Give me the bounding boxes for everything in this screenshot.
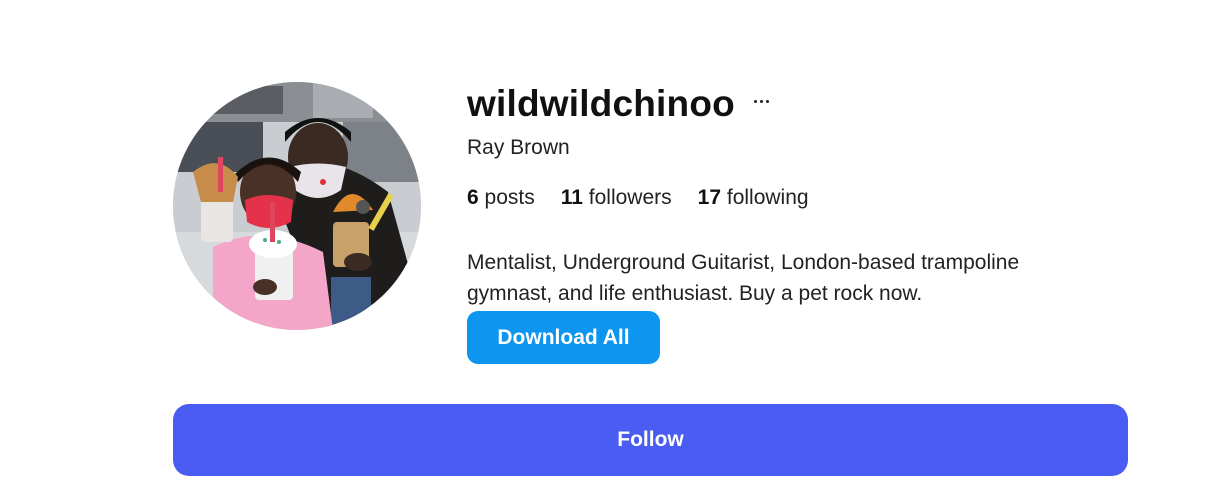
username-row: wildwildchinoo xyxy=(467,78,773,130)
followers-count: 11 xyxy=(560,186,583,209)
posts-stat[interactable]: 6 posts xyxy=(467,186,535,210)
profile-avatar xyxy=(173,82,421,330)
profile-bio: Mentalist, Underground Guitarist, London… xyxy=(467,251,1020,305)
avatar-photo xyxy=(173,82,421,330)
download-all-button[interactable]: Download All xyxy=(467,311,660,364)
more-dot xyxy=(766,99,770,103)
followers-stat[interactable]: 11 followers xyxy=(561,186,672,210)
more-dot xyxy=(760,99,764,103)
followers-label: followers xyxy=(588,186,672,209)
following-stat[interactable]: 17 following xyxy=(698,186,809,210)
full-name: Ray Brown xyxy=(467,136,570,159)
follow-button[interactable]: Follow xyxy=(173,404,1128,476)
more-options-icon[interactable] xyxy=(751,90,773,112)
more-dot xyxy=(754,99,758,103)
profile-page: wildwildchinoo Ray Brown 6 posts 11 foll… xyxy=(0,0,1231,498)
following-count: 17 xyxy=(697,186,722,209)
username: wildwildchinoo xyxy=(467,83,735,124)
following-label: following xyxy=(726,186,809,209)
posts-count: 6 xyxy=(467,186,479,209)
posts-label: posts xyxy=(484,186,535,209)
profile-stats: 6 posts 11 followers 17 following xyxy=(467,186,809,210)
